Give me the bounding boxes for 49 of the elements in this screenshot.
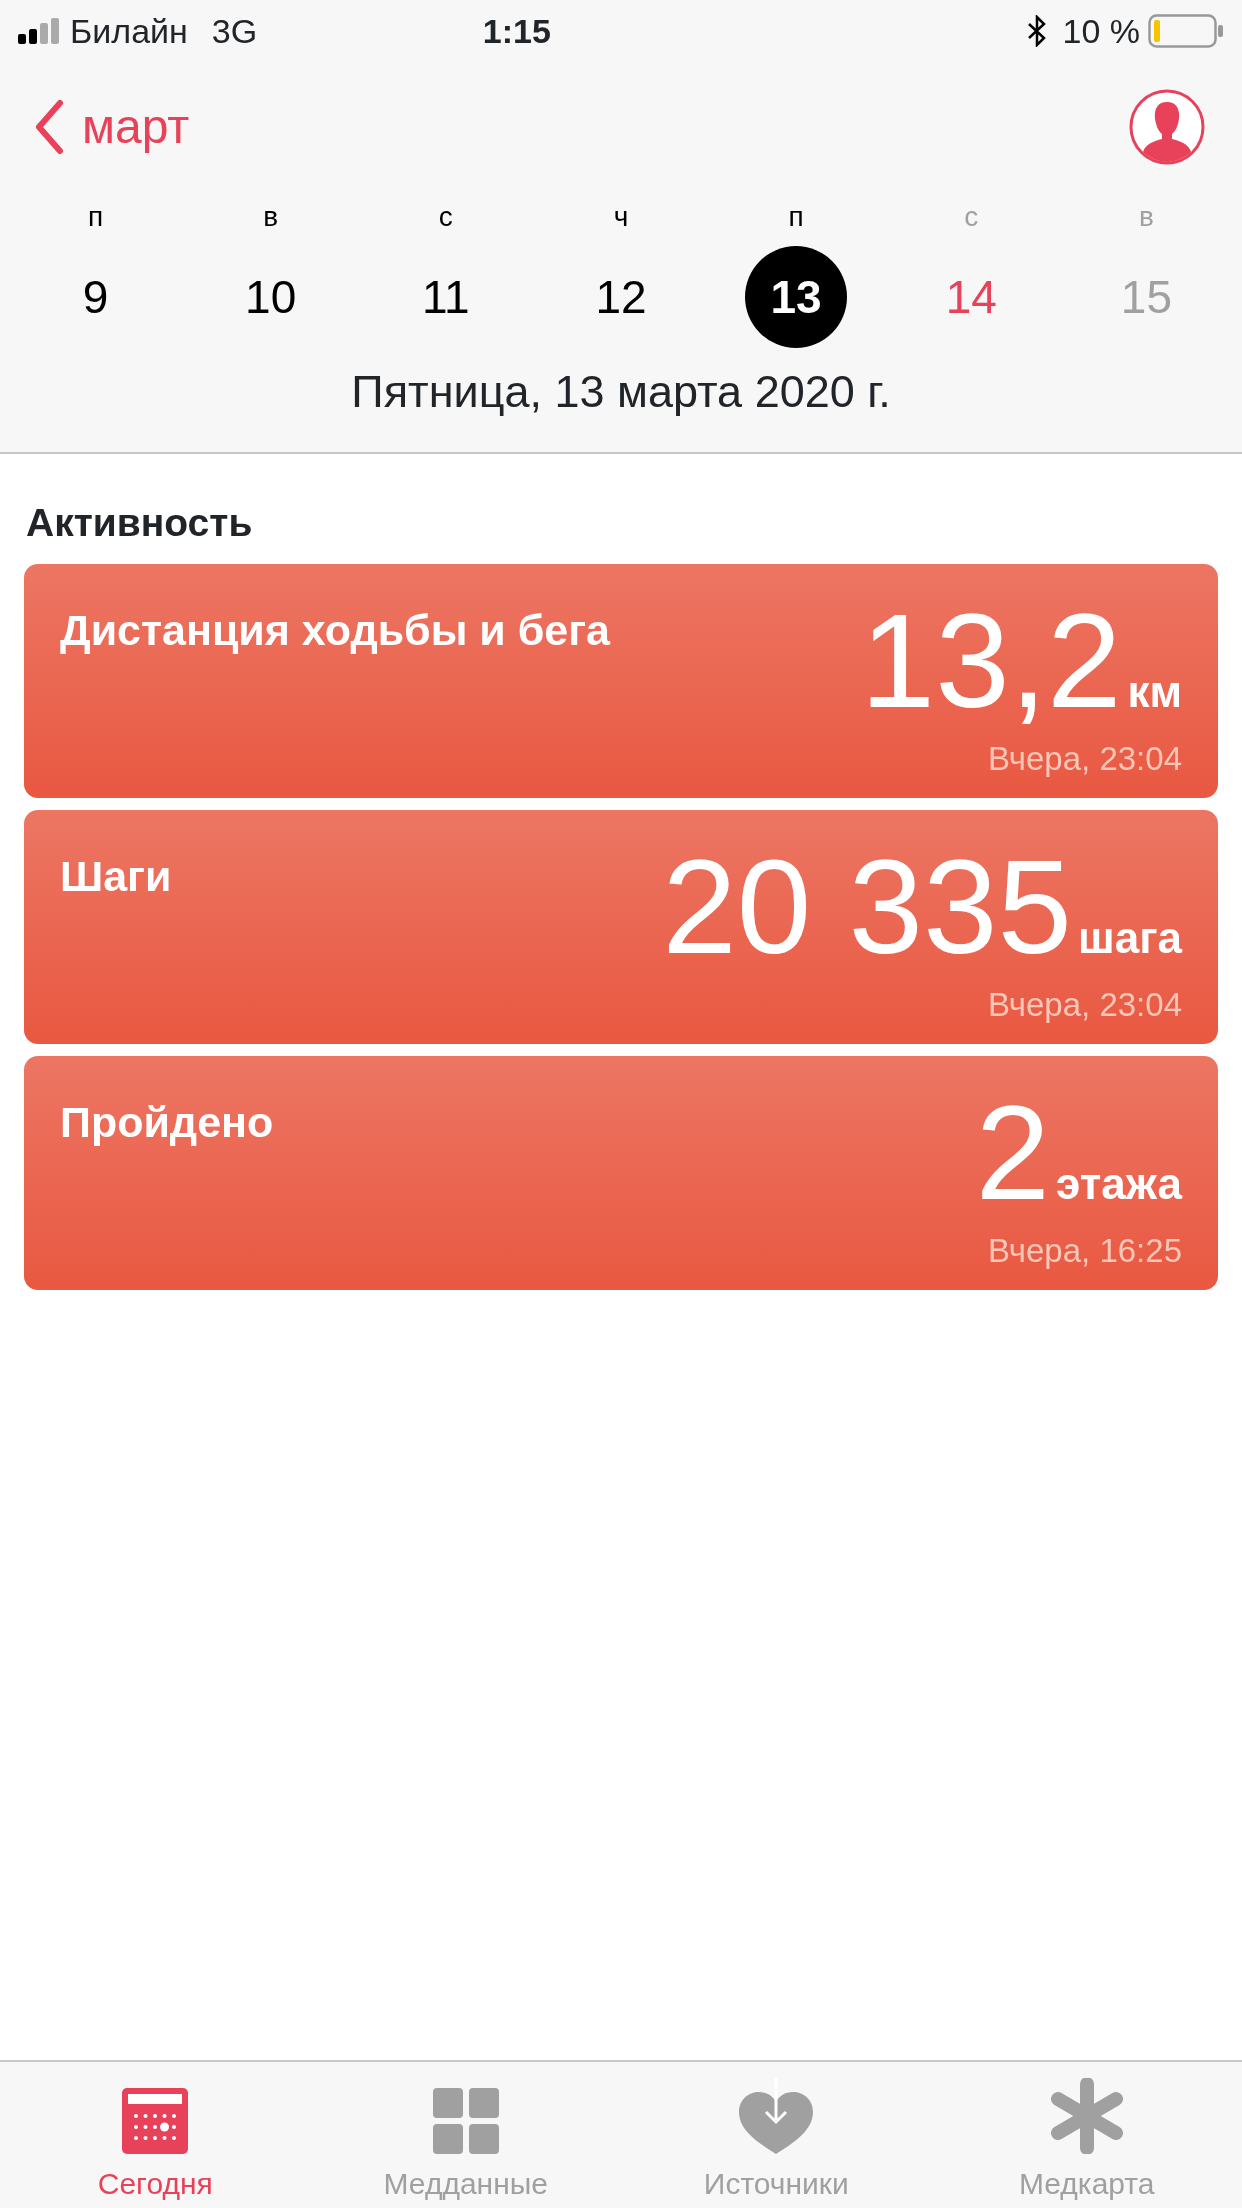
weekday-label: ч — [612, 200, 630, 234]
weekday-label: с — [437, 200, 454, 234]
unit-label: км — [1127, 666, 1182, 718]
unit-label: этажа — [1056, 1158, 1182, 1210]
metric-value: 20 335 — [662, 832, 1073, 982]
weekday-label: п — [87, 200, 105, 234]
section-title: Активность — [25, 499, 254, 546]
metric-value: 13,2 — [860, 586, 1122, 736]
battery-icon — [1148, 14, 1224, 48]
grid-icon — [432, 2088, 499, 2154]
metric-card[interactable]: Дистанция ходьбы и бега 13,2 км Вчера, 23:04 — [24, 564, 1218, 798]
timestamp-label: Вчера, 23:04 — [987, 985, 1182, 1025]
weekday-label: в — [1137, 200, 1155, 234]
metric-card[interactable]: Пройдено 2 этажа Вчера, 16:25 — [24, 1056, 1218, 1290]
timestamp-label: Вчера, 23:04 — [987, 739, 1182, 779]
clock-label: 1:15 — [482, 10, 551, 52]
weekday-label: п — [787, 200, 805, 234]
tab-button[interactable]: Медкарта — [931, 2062, 1242, 2208]
day-button[interactable]: 10 — [219, 246, 322, 348]
chevron-icon — [34, 99, 64, 155]
card-title: Шаги — [60, 851, 172, 902]
day-button[interactable]: 12 — [570, 246, 672, 348]
back-button[interactable]: март — [34, 91, 190, 163]
day-button[interactable]: 14 — [920, 246, 1023, 348]
tab-button[interactable]: Медданные — [310, 2062, 621, 2208]
day-button[interactable]: 13 — [745, 246, 848, 348]
asterisk-icon — [1050, 2078, 1123, 2154]
tab-button[interactable]: Источники — [621, 2062, 932, 2208]
weekday-label: в — [262, 200, 280, 234]
day-button[interactable]: 15 — [1095, 246, 1198, 348]
day-button[interactable]: 11 — [394, 246, 497, 348]
signal-icon — [18, 18, 62, 44]
profile-icon[interactable] — [1128, 88, 1206, 166]
day-button[interactable]: 9 — [44, 246, 147, 348]
bluetooth-icon — [1026, 15, 1047, 47]
weekday-label: с — [963, 200, 980, 234]
card-title: Пройдено — [60, 1097, 274, 1148]
card-title: Дистанция ходьбы и бега — [60, 605, 610, 656]
metric-card[interactable]: Шаги 20 335 шага Вчера, 23:04 — [24, 810, 1218, 1044]
timestamp-label: Вчера, 16:25 — [987, 1231, 1182, 1271]
tab-button[interactable]: Сегодня — [0, 2062, 311, 2208]
heart-icon — [737, 2078, 816, 2154]
metric-value: 2 — [975, 1078, 1051, 1228]
calendar-icon — [122, 2088, 189, 2154]
carrier-label: Билайн — [70, 10, 188, 52]
unit-label: шага — [1078, 912, 1182, 964]
date-label: Пятница, 13 марта 2020 г. — [350, 365, 892, 419]
battery-label: 10 % — [1062, 10, 1140, 52]
network-label: 3G — [211, 10, 258, 52]
